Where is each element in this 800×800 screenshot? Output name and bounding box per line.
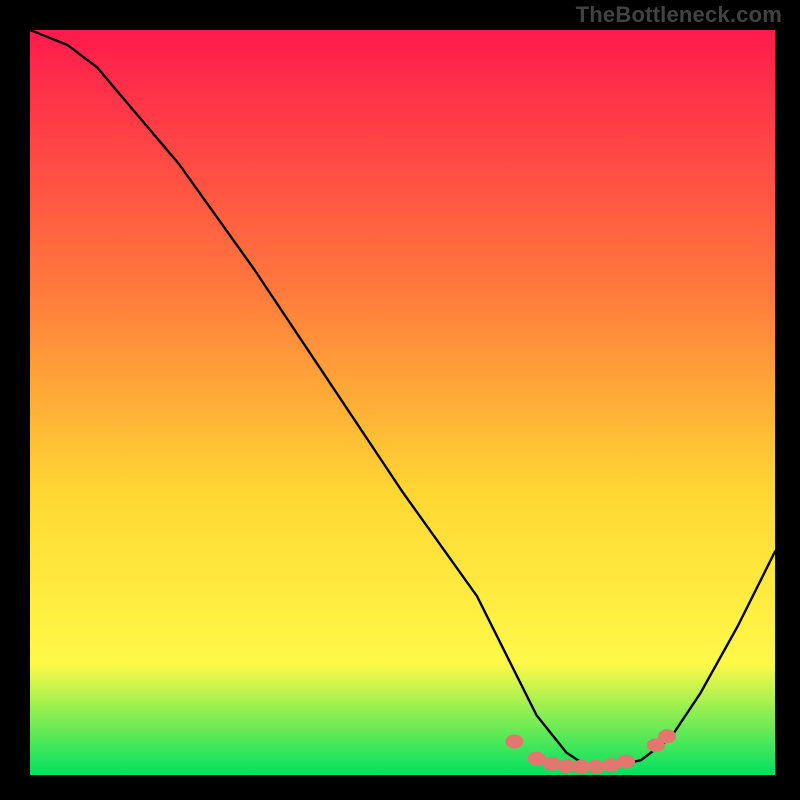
chart-svg [30, 30, 775, 775]
marker-dot [658, 729, 676, 743]
marker-dot [505, 735, 523, 749]
watermark-text: TheBottleneck.com [576, 2, 782, 28]
marker-dot [617, 755, 635, 769]
heatmap-background [30, 30, 775, 775]
marker-dot [543, 757, 561, 771]
chart-frame: TheBottleneck.com [0, 0, 800, 800]
bottleneck-chart [30, 30, 775, 775]
